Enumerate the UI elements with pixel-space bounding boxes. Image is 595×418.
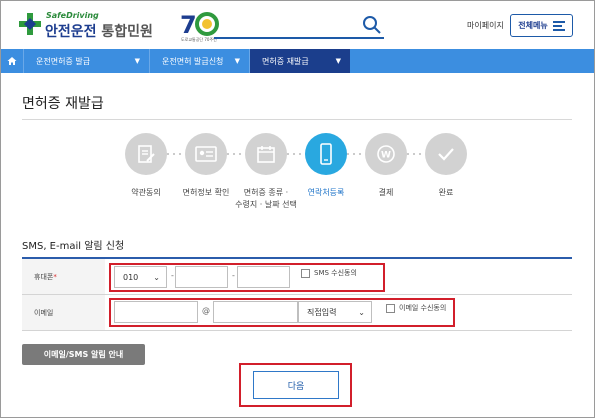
chevron-down-icon: ▼ xyxy=(134,57,140,65)
phone-prefix-value: 010 xyxy=(123,272,139,282)
chevron-down-icon: ⌄ xyxy=(153,273,160,282)
step-label-line1: 면허증 종류 · xyxy=(243,188,289,197)
separator: - xyxy=(232,271,235,280)
brand-sub: SafeDriving xyxy=(46,11,99,20)
top-nav: 운전면허증 발급 ▼ 운전면허 발급신청 ▼ 면허증 재발급 ▼ xyxy=(1,49,594,73)
mobile-phone-icon xyxy=(305,133,347,175)
sms-consent-checkbox[interactable]: SMS 수신동의 xyxy=(301,268,357,278)
nav-item-label: 운전면허증 발급 xyxy=(36,56,91,66)
chevron-down-icon: ⌄ xyxy=(358,308,365,317)
step-complete: 완료 xyxy=(411,133,481,199)
divider xyxy=(22,119,572,120)
at-sign: @ xyxy=(202,306,210,315)
header: SafeDriving 안전운전 통합민원 7 도로교통공단 70주년 마이페이… xyxy=(1,1,594,49)
license-card-icon xyxy=(185,133,227,175)
svg-text:W: W xyxy=(381,151,391,161)
app-frame: SafeDriving 안전운전 통합민원 7 도로교통공단 70주년 마이페이… xyxy=(0,0,595,418)
notification-guide-button[interactable]: 이메일/SMS 알림 안내 xyxy=(22,344,145,365)
nav-item-license-reissue[interactable]: 면허증 재발급 ▼ xyxy=(249,49,350,73)
section-title: SMS, E-mail 알림 신청 xyxy=(22,241,125,252)
all-menu-label: 전체메뉴 xyxy=(518,21,548,30)
brand-logo[interactable]: SafeDriving 안전운전 통합민원 7 도로교통공단 70주년 xyxy=(19,11,219,43)
nav-item-label: 면허증 재발급 xyxy=(262,56,309,66)
step-progress: 약관동의 면허정보 확인 면허증 종류 · 수령지 · 날짜 선택 연락처등록 xyxy=(111,133,481,213)
phone-last-input[interactable] xyxy=(237,266,290,288)
page-title: 면허증 재발급 xyxy=(22,96,104,112)
document-edit-icon xyxy=(125,133,167,175)
anniversary-caption: 도로교통공단 70주년 xyxy=(181,36,217,42)
svg-text:7: 7 xyxy=(180,11,197,39)
email-consent-label: 이메일 수신동의 xyxy=(399,304,447,312)
separator: - xyxy=(171,271,174,280)
required-mark: * xyxy=(53,272,57,281)
brand-name-tail: 통합민원 xyxy=(101,24,153,40)
phone-label: 휴대폰 * xyxy=(22,259,105,294)
phone-label-text: 휴대폰 xyxy=(34,272,54,281)
email-domain-select-value: 직접입력 xyxy=(307,307,337,317)
nav-item-license-issue[interactable]: 운전면허증 발급 ▼ xyxy=(23,49,149,73)
next-button[interactable]: 다음 xyxy=(253,371,339,399)
home-icon xyxy=(7,57,17,65)
checkbox-box[interactable] xyxy=(386,303,395,313)
email-label: 이메일 xyxy=(22,295,105,330)
step-label-line2: 수령지 · 날짜 선택 xyxy=(235,200,297,209)
sms-consent-label: SMS 수신동의 xyxy=(314,269,357,277)
cross-logo-icon xyxy=(19,13,41,35)
won-coin-icon: W xyxy=(365,133,407,175)
step-label: 완료 xyxy=(438,188,454,197)
chevron-down-icon: ▼ xyxy=(335,57,341,65)
mypage-link[interactable]: 마이페이지 xyxy=(467,20,504,31)
phone-prefix-select[interactable]: 010 ⌄ xyxy=(114,266,167,288)
chevron-down-icon: ▼ xyxy=(234,57,240,65)
phone-middle-input[interactable] xyxy=(175,266,228,288)
brand-name-main: 안전운전 xyxy=(45,24,97,40)
hamburger-icon xyxy=(552,21,565,31)
search-input[interactable] xyxy=(214,15,384,39)
home-button[interactable] xyxy=(1,49,23,73)
notification-form: 휴대폰 * 010 ⌄ - - SMS 수신동의 이메일 @ 직접입력 ⌄ 이메… xyxy=(22,257,572,331)
email-domain-select[interactable]: 직접입력 ⌄ xyxy=(298,301,372,323)
calendar-icon xyxy=(245,133,287,175)
email-consent-checkbox[interactable]: 이메일 수신동의 xyxy=(386,303,446,313)
email-domain-input[interactable] xyxy=(213,301,298,323)
email-row: 이메일 @ 직접입력 ⌄ 이메일 수신동의 xyxy=(22,295,572,331)
email-id-input[interactable] xyxy=(114,301,198,323)
nav-item-label: 운전면허 발급신청 xyxy=(162,56,224,66)
checkbox-box[interactable] xyxy=(301,268,310,278)
nav-item-license-apply[interactable]: 운전면허 발급신청 ▼ xyxy=(149,49,249,73)
phone-row: 휴대폰 * 010 ⌄ - - SMS 수신동의 xyxy=(22,259,572,295)
all-menu-button[interactable]: 전체메뉴 xyxy=(510,14,573,37)
brand-name: 안전운전 통합민원 xyxy=(45,21,153,41)
search-icon[interactable] xyxy=(362,15,382,35)
check-icon xyxy=(425,133,467,175)
